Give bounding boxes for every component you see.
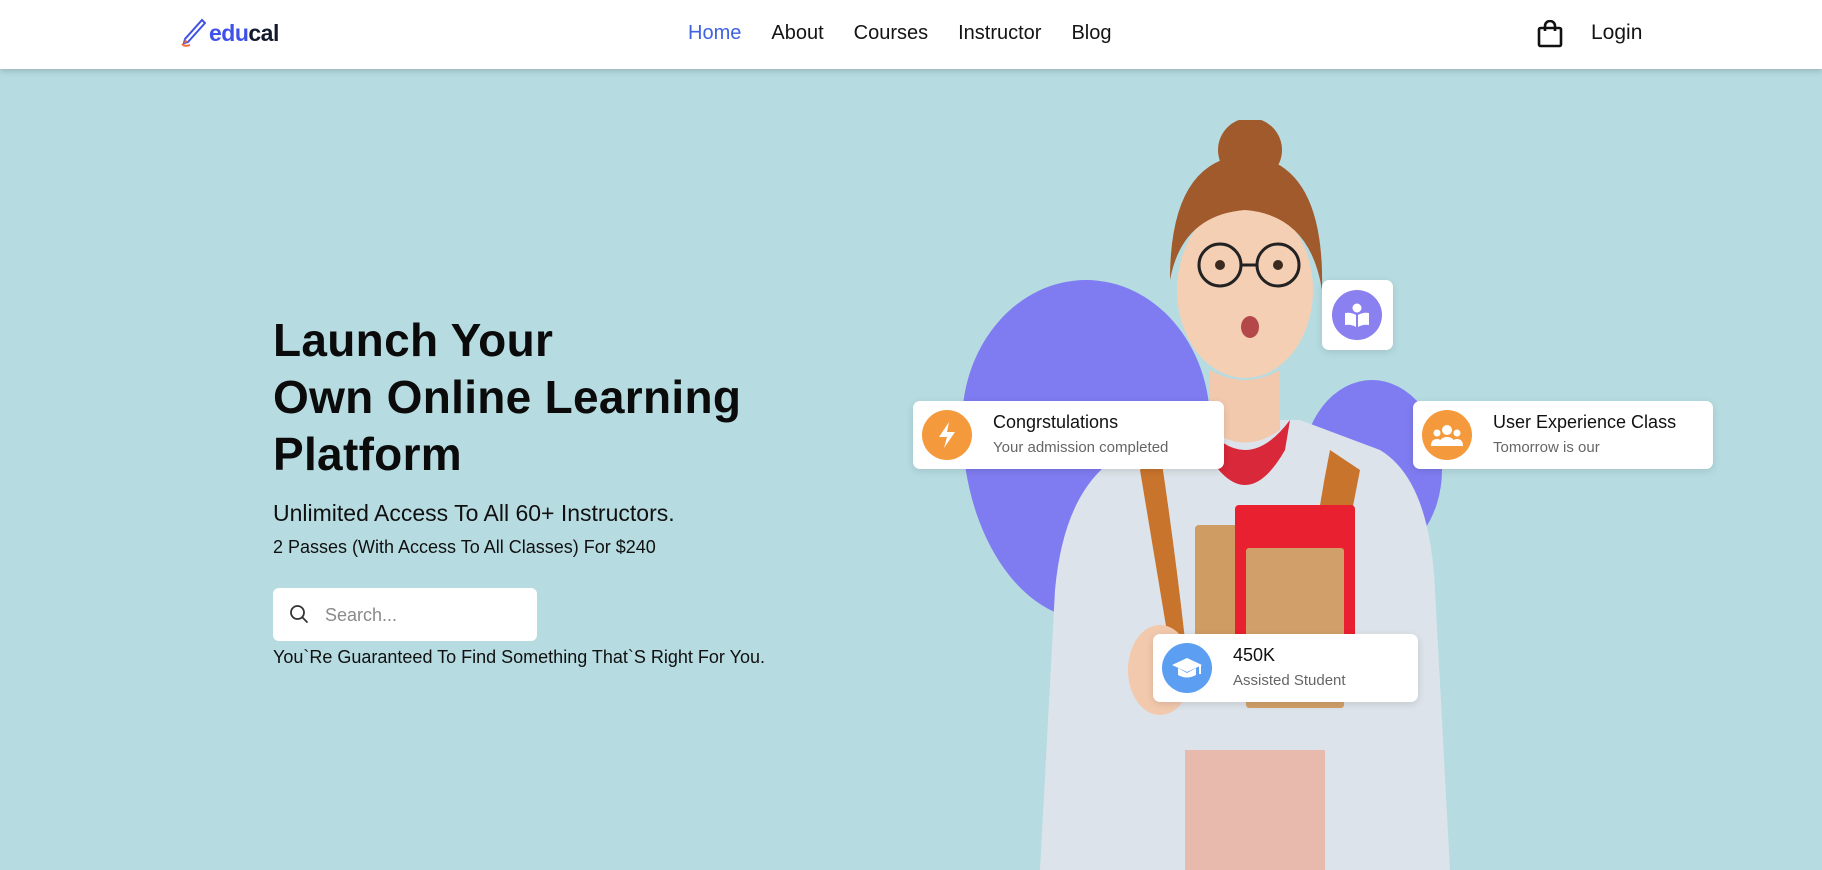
navbar: educal Home About Courses Instructor Blo…: [0, 0, 1822, 69]
hero-pricing: 2 Passes (With Access To All Classes) Fo…: [273, 537, 656, 557]
students-card: 450K Assisted Student: [1153, 634, 1418, 702]
congratulations-card: Congrstulations Your admission completed: [913, 401, 1224, 469]
shopping-bag-icon[interactable]: [1537, 20, 1563, 48]
nav-about[interactable]: About: [771, 22, 823, 45]
users-icon: [1422, 410, 1472, 460]
graduation-cap-icon: [1162, 643, 1212, 693]
hero-title: Launch Your Own Online Learning Platform: [273, 312, 741, 483]
hero-note: You`Re Guaranteed To Find Something That…: [273, 647, 765, 667]
hero-subtitle: Unlimited Access To All 60+ Instructors.: [273, 500, 675, 526]
card-subtitle: Assisted Student: [1233, 672, 1346, 689]
ux-class-card: User Experience Class Tomorrow is our: [1413, 401, 1713, 469]
book-reader-icon: [1332, 290, 1382, 340]
card-subtitle: Tomorrow is our: [1493, 439, 1600, 456]
logo-text-edu: edu: [209, 19, 249, 46]
search-box: [273, 588, 537, 641]
card-subtitle: Your admission completed: [993, 439, 1169, 456]
student-photo: [1040, 120, 1450, 870]
logo[interactable]: educal: [180, 18, 279, 48]
pencil-logo-icon: [181, 18, 206, 47]
nav-home[interactable]: Home: [688, 22, 741, 45]
logo-text-cal: cal: [248, 19, 279, 46]
search-input[interactable]: [323, 598, 527, 632]
nav-instructor[interactable]: Instructor: [958, 22, 1041, 45]
card-title: 450K: [1233, 645, 1276, 665]
login-link[interactable]: Login: [1591, 21, 1642, 45]
hero-title-line-2: Own Online Learning: [273, 371, 742, 423]
nav-blog[interactable]: Blog: [1071, 22, 1111, 45]
hero-title-line-3: Platform: [273, 428, 462, 480]
lightning-icon: [922, 410, 972, 460]
search-icon: [290, 605, 308, 623]
hero-title-line-1: Launch Your: [273, 314, 554, 366]
nav-courses[interactable]: Courses: [854, 22, 928, 45]
main-nav: Home About Courses Instructor Blog: [688, 22, 1142, 45]
book-card: [1322, 280, 1393, 350]
card-title: User Experience Class: [1493, 412, 1677, 432]
card-title: Congrstulations: [993, 412, 1119, 432]
